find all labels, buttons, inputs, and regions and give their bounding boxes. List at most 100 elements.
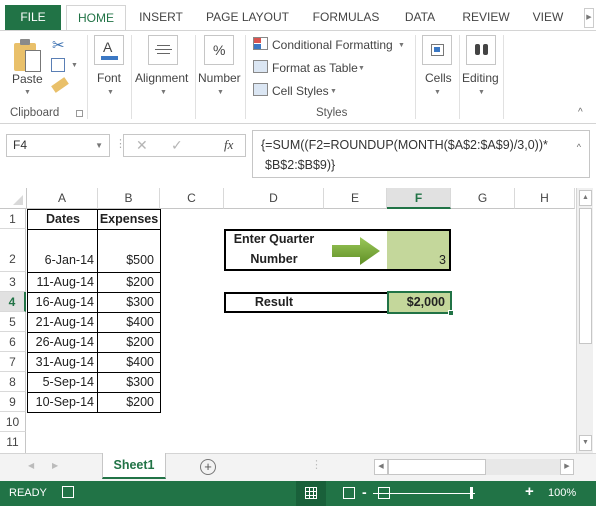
column-header-c[interactable]: C <box>160 188 224 209</box>
tab-scroll-right-button[interactable]: ▶ <box>584 8 594 28</box>
cell-date[interactable]: 31-Aug-14 <box>28 355 94 369</box>
collapse-ribbon-icon[interactable]: ^ <box>578 107 583 118</box>
cell-expense[interactable]: $500 <box>98 253 154 267</box>
font-icon[interactable]: A <box>94 35 124 65</box>
cell-date[interactable]: 5-Sep-14 <box>28 375 94 389</box>
fill-handle[interactable] <box>448 310 454 316</box>
row-header-9[interactable]: 9 <box>0 392 26 412</box>
row-header-11[interactable]: 11 <box>0 432 26 453</box>
tab-file[interactable]: FILE <box>5 5 61 30</box>
formula-collapse-icon[interactable]: ^ <box>577 137 581 157</box>
conditional-formatting-button[interactable]: Conditional Formatting <box>272 38 393 52</box>
normal-view-button[interactable] <box>296 481 326 506</box>
zoom-level[interactable]: 100% <box>548 487 576 499</box>
new-sheet-button[interactable]: + <box>200 459 216 475</box>
cell-date[interactable]: 26-Aug-14 <box>28 335 94 349</box>
column-header-d[interactable]: D <box>224 188 324 209</box>
copy-dropdown-icon[interactable]: ▼ <box>71 62 78 69</box>
cell-expense[interactable]: $400 <box>98 315 154 329</box>
column-header-b[interactable]: B <box>98 188 160 209</box>
conditional-formatting-icon[interactable] <box>253 37 268 50</box>
row-header-1[interactable]: 1 <box>0 209 26 229</box>
row-header-3[interactable]: 3 <box>0 272 26 292</box>
cell-expense[interactable]: $300 <box>98 375 154 389</box>
format-painter-icon[interactable] <box>51 77 69 93</box>
conditional-formatting-dropdown-icon[interactable]: ▼ <box>398 42 405 49</box>
paste-button[interactable]: Paste <box>12 72 43 86</box>
row-header-6[interactable]: 6 <box>0 332 26 352</box>
header-dates[interactable]: Dates <box>28 212 98 226</box>
alignment-button[interactable]: Alignment <box>135 71 188 85</box>
row-header-8[interactable]: 8 <box>0 372 26 392</box>
name-box-dropdown-icon[interactable]: ▼ <box>95 135 103 156</box>
zoom-slider-handle[interactable] <box>470 487 473 499</box>
cell-styles-icon[interactable] <box>253 83 268 96</box>
cells-icon[interactable] <box>422 35 452 65</box>
number-dropdown-icon[interactable]: ▼ <box>217 89 224 96</box>
macro-recording-icon[interactable] <box>62 486 74 498</box>
cell-expense[interactable]: $200 <box>98 395 154 409</box>
cell-date[interactable]: 10-Sep-14 <box>28 395 94 409</box>
editing-dropdown-icon[interactable]: ▼ <box>478 89 485 96</box>
prev-sheet-icon[interactable]: ◀ <box>28 461 34 470</box>
copy-icon[interactable] <box>51 58 65 72</box>
result-value[interactable]: $2,000 <box>389 295 445 309</box>
format-as-table-dropdown-icon[interactable]: ▼ <box>358 65 365 72</box>
tab-page-layout[interactable]: PAGE LAYOUT <box>200 5 295 31</box>
scroll-right-button[interactable]: ▶ <box>560 459 574 475</box>
cell-expense[interactable]: $400 <box>98 355 154 369</box>
zoom-in-button[interactable]: + <box>525 483 534 500</box>
number-button[interactable]: Number <box>198 71 241 85</box>
cell-date[interactable]: 16-Aug-14 <box>28 295 94 309</box>
cancel-icon[interactable]: ✕ <box>136 137 148 154</box>
alignment-dropdown-icon[interactable]: ▼ <box>160 89 167 96</box>
tab-home[interactable]: HOME <box>66 5 126 31</box>
vertical-scrollbar[interactable]: ▲ ▼ <box>576 188 593 453</box>
tab-view[interactable]: VIEW <box>528 5 568 31</box>
row-header-10[interactable]: 10 <box>0 412 26 432</box>
formula-input[interactable]: {=SUM((F2=ROUNDUP(MONTH($A$2:$A$9)/3,0))… <box>252 130 590 178</box>
horizontal-scrollbar[interactable]: ◀ ▶ <box>374 459 574 475</box>
cells-button[interactable]: Cells <box>425 71 452 85</box>
row-header-2[interactable]: 2 <box>0 229 26 272</box>
font-dropdown-icon[interactable]: ▼ <box>107 89 114 96</box>
vertical-scroll-thumb[interactable] <box>579 208 592 344</box>
number-format-icon[interactable]: % <box>204 35 234 65</box>
row-header-7[interactable]: 7 <box>0 352 26 372</box>
cell-styles-dropdown-icon[interactable]: ▼ <box>330 88 337 95</box>
column-header-h[interactable]: H <box>515 188 575 209</box>
format-as-table-icon[interactable] <box>253 60 268 73</box>
row-header-4[interactable]: 4 <box>0 292 26 312</box>
cell-expense[interactable]: $200 <box>98 275 154 289</box>
column-header-e[interactable]: E <box>324 188 387 209</box>
insert-function-icon[interactable]: fx <box>224 137 233 153</box>
cell-expense[interactable]: $300 <box>98 295 154 309</box>
cells-dropdown-icon[interactable]: ▼ <box>434 89 441 96</box>
page-layout-view-button[interactable] <box>343 487 355 499</box>
cut-icon[interactable]: ✂ <box>52 36 65 54</box>
name-box[interactable]: F4 ▼ <box>6 134 110 157</box>
scroll-left-button[interactable]: ◀ <box>374 459 388 475</box>
column-header-a[interactable]: A <box>27 188 98 209</box>
cell-date[interactable]: 21-Aug-14 <box>28 315 94 329</box>
tab-split-grip-icon[interactable]: ⋮ <box>311 458 322 471</box>
column-header-g[interactable]: G <box>451 188 515 209</box>
font-button[interactable]: Font <box>97 71 121 85</box>
clipboard-launcher-icon[interactable] <box>76 110 83 117</box>
horizontal-scroll-thumb[interactable] <box>388 459 486 475</box>
tab-formulas[interactable]: FORMULAS <box>307 5 385 31</box>
next-sheet-icon[interactable]: ▶ <box>52 461 58 470</box>
select-all-corner[interactable] <box>0 188 27 209</box>
column-header-f[interactable]: F <box>387 188 451 209</box>
scroll-up-button[interactable]: ▲ <box>579 190 592 206</box>
quarter-value[interactable]: 3 <box>390 253 446 267</box>
zoom-slider-track[interactable] <box>373 493 475 494</box>
tab-insert[interactable]: INSERT <box>132 5 190 31</box>
enter-check-icon[interactable]: ✓ <box>171 137 183 154</box>
alignment-icon[interactable] <box>148 35 178 65</box>
zoom-out-button[interactable]: - <box>362 484 367 500</box>
scroll-down-button[interactable]: ▼ <box>579 435 592 451</box>
header-expenses[interactable]: Expenses <box>98 212 160 226</box>
tab-review[interactable]: REVIEW <box>458 5 514 31</box>
format-as-table-button[interactable]: Format as Table <box>272 61 358 75</box>
